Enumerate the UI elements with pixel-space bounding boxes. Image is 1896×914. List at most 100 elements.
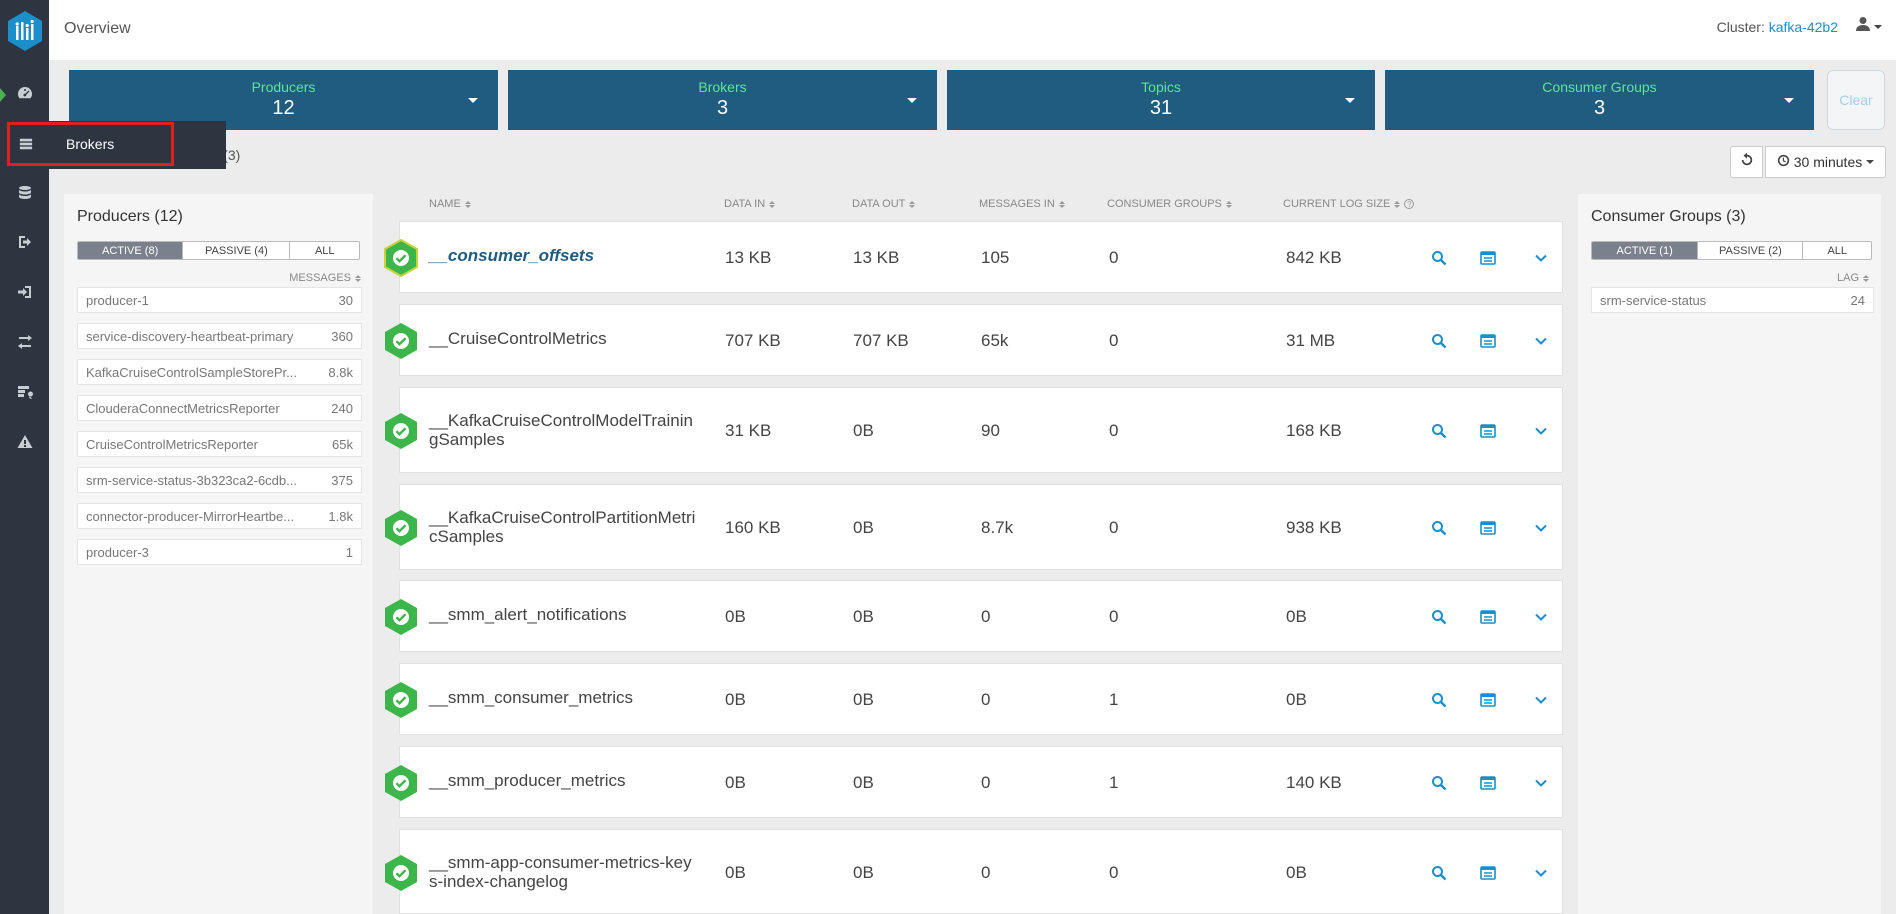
status-ok-icon bbox=[384, 598, 418, 636]
data-explorer-icon[interactable] bbox=[1479, 691, 1497, 709]
search-icon[interactable] bbox=[1430, 608, 1448, 626]
search-icon[interactable] bbox=[1430, 332, 1448, 350]
chevron-down-icon[interactable] bbox=[1532, 774, 1550, 792]
status-ok-icon bbox=[384, 238, 418, 278]
producer-item[interactable]: producer-3 1 bbox=[77, 539, 362, 565]
producers-list: producer-1 30 service-discovery-heartbeat… bbox=[77, 287, 362, 575]
data-explorer-icon[interactable] bbox=[1479, 519, 1497, 537]
column-data-out[interactable]: DATA OUT bbox=[852, 198, 916, 210]
nav-overview[interactable] bbox=[0, 73, 49, 117]
nav-data-explorer[interactable] bbox=[0, 372, 49, 416]
nav-topics[interactable] bbox=[0, 173, 49, 217]
topic-name[interactable]: __consumer_offsets bbox=[429, 246, 699, 265]
nav-replications[interactable] bbox=[0, 322, 49, 366]
search-icon[interactable] bbox=[1430, 422, 1448, 440]
topic-row[interactable]: __smm_alert_notifications 0B 0B 0 0 0B bbox=[385, 580, 1563, 652]
tooltip-label[interactable]: Brokers bbox=[66, 136, 114, 152]
topic-row[interactable]: __KafkaCruiseControlModelTrainingSamples… bbox=[385, 387, 1563, 473]
topic-row[interactable]: __CruiseControlMetrics 707 KB 707 KB 65k 0 31… bbox=[385, 304, 1563, 376]
search-icon[interactable] bbox=[1430, 774, 1448, 792]
column-label: CURRENT LOG SIZE bbox=[1283, 198, 1391, 210]
topic-data-in: 0B bbox=[725, 607, 746, 626]
column-consumer-groups[interactable]: CONSUMER GROUPS bbox=[1107, 198, 1232, 210]
search-icon[interactable] bbox=[1430, 864, 1448, 882]
producer-item[interactable]: connector-producer-MirrorHeartbe... 1.8k bbox=[77, 503, 362, 529]
caret-down-icon[interactable] bbox=[468, 98, 478, 103]
consumer-group-item[interactable]: srm-service-status 24 bbox=[1591, 287, 1874, 313]
topic-row[interactable]: __smm_producer_metrics 0B 0B 0 1 140 KB bbox=[385, 746, 1563, 818]
filter-active[interactable]: ACTIVE (8) bbox=[78, 242, 184, 259]
summary-card-topics[interactable]: Topics 31 bbox=[947, 70, 1375, 130]
search-icon[interactable] bbox=[1430, 249, 1448, 267]
chevron-down-icon[interactable] bbox=[1532, 332, 1550, 350]
database-icon bbox=[17, 185, 33, 206]
sort-icon bbox=[1225, 200, 1232, 208]
producer-item[interactable]: CruiseControlMetricsReporter 65k bbox=[77, 431, 362, 457]
lag-column-label: LAG bbox=[1836, 272, 1859, 284]
data-explorer-icon[interactable] bbox=[1479, 249, 1497, 267]
data-explorer-icon[interactable] bbox=[1479, 608, 1497, 626]
topic-row[interactable]: __consumer_offsets 13 KB 13 KB 105 0 842 KB bbox=[384, 221, 1563, 293]
producer-item[interactable]: srm-service-status-3b323ca2-6cdb... 375 bbox=[77, 467, 362, 493]
summary-card-brokers[interactable]: Brokers 3 bbox=[508, 70, 937, 130]
caret-down-icon[interactable] bbox=[1345, 98, 1355, 103]
topic-data-in: 13 KB bbox=[725, 248, 772, 267]
chevron-down-icon[interactable] bbox=[1532, 249, 1550, 267]
topic-row[interactable]: __KafkaCruiseControlPartitionMetricSampl… bbox=[385, 484, 1563, 570]
summary-count: 12 bbox=[272, 97, 295, 119]
column-data-in[interactable]: DATA IN bbox=[724, 198, 776, 210]
column-label: DATA IN bbox=[724, 198, 766, 210]
filter-active[interactable]: ACTIVE (1) bbox=[1592, 242, 1699, 259]
data-explorer-icon[interactable] bbox=[1479, 864, 1497, 882]
producer-item[interactable]: KafkaCruiseControlSampleStorePr... 8.8k bbox=[77, 359, 362, 385]
filter-all[interactable]: ALL bbox=[290, 242, 359, 259]
producer-item[interactable]: ClouderaConnectMetricsReporter 240 bbox=[77, 395, 362, 421]
summary-label: Producers bbox=[251, 79, 316, 95]
clear-button[interactable]: Clear bbox=[1827, 70, 1885, 130]
nav-alerts[interactable] bbox=[0, 422, 49, 466]
status-ok-icon bbox=[384, 509, 418, 547]
caret-down-icon[interactable] bbox=[907, 98, 917, 103]
topic-data-out: 0B bbox=[853, 773, 874, 792]
lag-sort-header[interactable]: LAG bbox=[1837, 272, 1869, 284]
chevron-down-icon[interactable] bbox=[1532, 608, 1550, 626]
chevron-down-icon[interactable] bbox=[1532, 691, 1550, 709]
refresh-button[interactable] bbox=[1730, 146, 1763, 178]
topic-data-in: 707 KB bbox=[725, 331, 781, 350]
chevron-down-icon[interactable] bbox=[1532, 519, 1550, 537]
help-icon[interactable]: ? bbox=[1404, 199, 1415, 209]
nav-consumers[interactable] bbox=[0, 272, 49, 316]
chevron-down-icon[interactable] bbox=[1532, 864, 1550, 882]
filter-all[interactable]: ALL bbox=[1803, 242, 1871, 259]
producer-name: producer-1 bbox=[86, 292, 149, 308]
topic-data-in: 31 KB bbox=[725, 421, 772, 440]
column-name[interactable]: NAME bbox=[429, 198, 471, 210]
time-range-dropdown[interactable]: 30 minutes bbox=[1765, 146, 1886, 178]
smm-logo[interactable] bbox=[6, 10, 44, 52]
user-menu[interactable] bbox=[1855, 16, 1882, 37]
data-explorer-icon[interactable] bbox=[1479, 422, 1497, 440]
producer-item[interactable]: service-discovery-heartbeat-primary 360 bbox=[77, 323, 362, 349]
topic-messages-in: 65k bbox=[981, 331, 1009, 350]
topic-row[interactable]: __smm-app-consumer-metrics-keys-index-ch… bbox=[385, 829, 1563, 914]
messages-sort-header[interactable]: MESSAGES bbox=[289, 272, 361, 284]
search-icon[interactable] bbox=[1430, 519, 1448, 537]
cluster-link[interactable]: kafka-42b2 bbox=[1769, 19, 1838, 35]
summary-card-consumer-groups[interactable]: Consumer Groups 3 bbox=[1385, 70, 1814, 130]
producer-messages: 240 bbox=[331, 400, 353, 416]
filter-passive[interactable]: PASSIVE (2) bbox=[1698, 242, 1804, 259]
nav-producers[interactable] bbox=[0, 222, 49, 266]
column-messages-in[interactable]: MESSAGES IN bbox=[979, 198, 1065, 210]
data-explorer-icon[interactable] bbox=[1479, 774, 1497, 792]
chevron-down-icon[interactable] bbox=[1532, 422, 1550, 440]
caret-down-icon[interactable] bbox=[1784, 98, 1794, 103]
topic-row[interactable]: __smm_consumer_metrics 0B 0B 0 1 0B bbox=[385, 663, 1563, 735]
producer-name: srm-service-status-3b323ca2-6cdb... bbox=[86, 472, 297, 488]
topic-consumer-groups: 0 bbox=[1109, 248, 1119, 267]
data-explorer-icon[interactable] bbox=[1479, 332, 1497, 350]
filter-passive[interactable]: PASSIVE (4) bbox=[183, 242, 291, 259]
column-current-log-size[interactable]: CURRENT LOG SIZE? bbox=[1283, 198, 1415, 210]
topic-name: __smm_producer_metrics bbox=[429, 771, 626, 790]
search-icon[interactable] bbox=[1430, 691, 1448, 709]
producer-item[interactable]: producer-1 30 bbox=[77, 287, 362, 313]
